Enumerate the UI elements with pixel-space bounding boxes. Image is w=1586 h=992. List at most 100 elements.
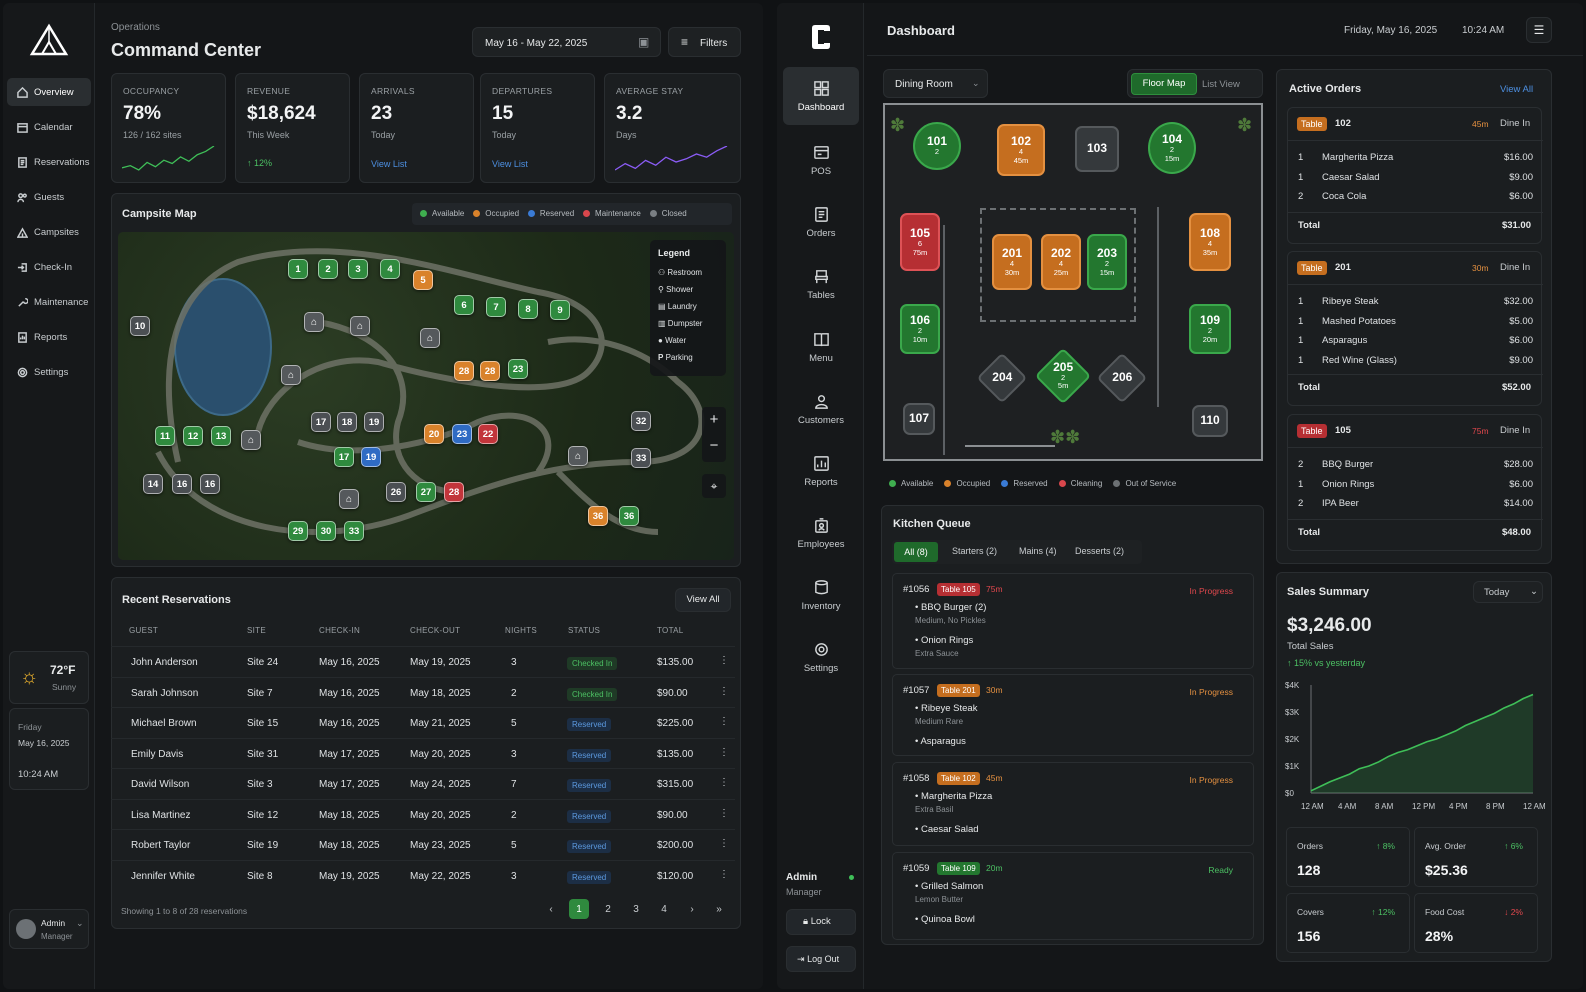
campsite-marker[interactable]: 28: [444, 482, 464, 502]
nav-reservations[interactable]: Reservations: [7, 148, 91, 176]
table-102[interactable]: 102 4 45m: [997, 124, 1045, 176]
nav-maintenance[interactable]: Maintenance: [7, 288, 91, 316]
more-options-icon[interactable]: ⋮: [719, 716, 729, 727]
zoom-out-button[interactable]: −: [702, 433, 726, 459]
view-all-button[interactable]: View All: [675, 588, 731, 612]
table-202[interactable]: 202 4 25m: [1041, 234, 1081, 290]
campsite-marker[interactable]: 33: [344, 521, 364, 541]
nav-guests[interactable]: Guests: [7, 183, 91, 211]
more-options-icon[interactable]: ⋮: [719, 747, 729, 758]
kitchen-ticket[interactable]: #1059 Table 109 20m Ready • Grilled Salmon Le…: [892, 852, 1254, 940]
kitchen-ticket[interactable]: #1057 Table 201 30m In Progress • Ribeye Ste…: [892, 674, 1254, 756]
table-row[interactable]: Jennifer White Site 8 May 19, 2025 May 22, …: [111, 859, 735, 890]
page-2-button[interactable]: 2: [598, 899, 618, 919]
more-options-icon[interactable]: ⋮: [719, 838, 729, 849]
table-110[interactable]: 110: [1192, 405, 1228, 437]
campsite-marker[interactable]: 16: [200, 474, 220, 494]
campsite-marker[interactable]: 5: [413, 270, 433, 290]
campsite-marker[interactable]: 7: [486, 297, 506, 317]
tab-list-view[interactable]: List View: [1202, 79, 1240, 90]
table-107[interactable]: 107: [903, 403, 935, 435]
more-options-icon[interactable]: ⋮: [719, 808, 729, 819]
campsite-marker[interactable]: 20: [424, 424, 444, 444]
more-options-icon[interactable]: ⋮: [719, 686, 729, 697]
user-menu[interactable]: Admin Manager ⌄: [9, 909, 89, 949]
table-row[interactable]: David Wilson Site 3 May 17, 2025 May 24, 20…: [111, 768, 735, 798]
view-list-link[interactable]: View List: [371, 159, 407, 169]
period-select[interactable]: Today ⌄: [1473, 581, 1543, 603]
nav-employees[interactable]: Employees: [783, 504, 859, 562]
table-row[interactable]: Lisa Martinez Site 12 May 18, 2025 May 20, …: [111, 798, 735, 829]
campsite-marker[interactable]: 13: [211, 426, 231, 446]
campsite-marker[interactable]: 36: [588, 506, 608, 526]
campsite-marker[interactable]: 12: [183, 426, 203, 446]
prev-page-button[interactable]: ‹: [541, 899, 561, 919]
page-4-button[interactable]: 4: [654, 899, 674, 919]
campsite-marker[interactable]: 1: [288, 259, 308, 279]
table-203[interactable]: 203 2 15m: [1087, 234, 1127, 290]
zoom-in-button[interactable]: +: [702, 407, 726, 433]
room-select[interactable]: Dining Room ⌄: [883, 69, 988, 98]
nav-overview[interactable]: Overview: [7, 78, 91, 106]
table-109[interactable]: 109 2 20m: [1189, 304, 1231, 354]
table-row[interactable]: Michael Brown Site 15 May 16, 2025 May 21, …: [111, 707, 735, 737]
nav-inventory[interactable]: Inventory: [783, 566, 859, 624]
nav-campsites[interactable]: Campsites: [7, 218, 91, 246]
page-3-button[interactable]: 3: [626, 899, 646, 919]
tab-floor-map[interactable]: Floor Map: [1131, 73, 1197, 95]
table-108[interactable]: 108 4 35m: [1189, 213, 1231, 271]
campsite-marker[interactable]: 19: [361, 447, 381, 467]
campsite-marker[interactable]: 11: [155, 426, 175, 446]
more-options-icon[interactable]: ⋮: [719, 655, 729, 666]
lock-button[interactable]: 🔒︎ Lock: [786, 909, 856, 935]
nav-settings[interactable]: Settings: [783, 628, 859, 686]
table-201[interactable]: 201 4 30m: [992, 234, 1032, 290]
campsite-marker[interactable]: 9: [550, 300, 570, 320]
campsite-marker[interactable]: 8: [518, 299, 538, 319]
nav-reports[interactable]: Reports: [7, 323, 91, 351]
tab-mains[interactable]: Mains (4): [1019, 546, 1057, 556]
campsite-marker[interactable]: 6: [454, 295, 474, 315]
campsite-marker[interactable]: 23: [452, 424, 472, 444]
date-range-picker[interactable]: May 16 - May 22, 2025 ▣: [472, 27, 661, 57]
last-page-button[interactable]: »: [709, 899, 729, 919]
table-row[interactable]: Emily Davis Site 31 May 17, 2025 May 20, 20…: [111, 737, 735, 768]
campsite-marker[interactable]: 30: [316, 521, 336, 541]
kitchen-ticket[interactable]: #1058 Table 102 45m In Progress • Margherita…: [892, 762, 1254, 846]
nav-calendar[interactable]: Calendar: [7, 113, 91, 141]
nav-menu[interactable]: Menu: [783, 318, 859, 376]
view-all-orders-link[interactable]: View All: [1500, 84, 1533, 95]
locate-button[interactable]: ⌖: [702, 474, 726, 498]
nav-dashboard[interactable]: Dashboard: [783, 67, 859, 125]
order-card[interactable]: Table 105 75m Dine In 2 BBQ Burger $28.00 1 Onio…: [1287, 414, 1543, 551]
more-options-icon[interactable]: ⋮: [719, 869, 729, 880]
campsite-marker[interactable]: 22: [478, 424, 498, 444]
nav-customers[interactable]: Customers: [783, 380, 859, 438]
tab-desserts[interactable]: Desserts (2): [1075, 546, 1124, 556]
nav-pos[interactable]: POS: [783, 131, 859, 189]
tab-starters[interactable]: Starters (2): [952, 546, 997, 556]
order-card[interactable]: Table 102 45m Dine In 1 Margherita Pizza $16.0…: [1287, 107, 1543, 244]
campsite-marker[interactable]: 2: [318, 259, 338, 279]
campsite-marker[interactable]: 18: [337, 412, 357, 432]
logout-button[interactable]: ⇥ Log Out: [786, 946, 856, 972]
view-list-link[interactable]: View List: [492, 159, 528, 169]
table-104[interactable]: 104 2 15m: [1148, 122, 1196, 174]
more-options-icon[interactable]: ⋮: [719, 777, 729, 788]
nav-tables[interactable]: Tables: [783, 255, 859, 313]
table-row[interactable]: Sarah Johnson Site 7 May 16, 2025 May 18, 2…: [111, 676, 735, 707]
campsite-marker[interactable]: 4: [380, 259, 400, 279]
campsite-marker[interactable]: 29: [288, 521, 308, 541]
filters-button[interactable]: ≡ Filters: [668, 27, 741, 57]
campsite-marker[interactable]: 23: [508, 359, 528, 379]
campsite-marker[interactable]: 28: [454, 361, 474, 381]
nav-orders[interactable]: Orders: [783, 193, 859, 251]
tab-all[interactable]: All (8): [894, 542, 938, 562]
campsite-marker[interactable]: 28: [480, 361, 500, 381]
kitchen-ticket[interactable]: #1056 Table 105 75m In Progress • BBQ Burger…: [892, 573, 1254, 669]
settings-sliders-button[interactable]: ☰: [1526, 17, 1552, 43]
campsite-marker[interactable]: 27: [416, 482, 436, 502]
campsite-marker[interactable]: 10: [130, 316, 150, 336]
campsite-marker[interactable]: 17: [311, 412, 331, 432]
nav-check-in[interactable]: Check-In: [7, 253, 91, 281]
